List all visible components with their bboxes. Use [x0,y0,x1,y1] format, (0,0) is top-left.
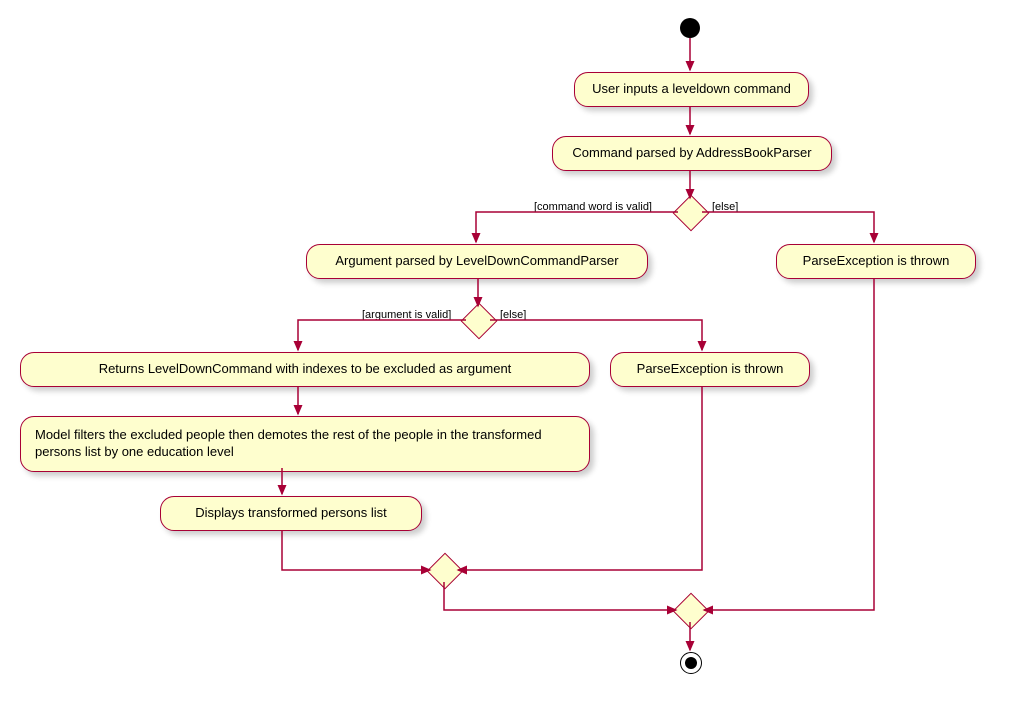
activity-text: Argument parsed by LevelDownCommandParse… [335,253,618,268]
guard-else-2: [else] [500,309,526,321]
activity-text: Displays transformed persons list [195,505,386,520]
activity-parse-exception-1: ParseException is thrown [776,244,976,279]
activity-text: User inputs a leveldown command [592,81,791,96]
decision-command-valid [673,195,710,232]
merge-node-2 [673,593,710,630]
activity-addressbook-parser: Command parsed by AddressBookParser [552,136,832,171]
guard-command-valid: [command word is valid] [534,201,652,213]
activity-text: ParseException is thrown [803,253,950,268]
activity-displays-list: Displays transformed persons list [160,496,422,531]
decision-argument-valid [461,303,498,340]
activity-text: ParseException is thrown [637,361,784,376]
merge-node-1 [427,553,464,590]
initial-node [680,18,700,38]
activity-user-input: User inputs a leveldown command [574,72,809,107]
activity-text: Model filters the excluded people then d… [35,427,542,459]
activity-text: Command parsed by AddressBookParser [572,145,811,160]
activity-parse-exception-2: ParseException is thrown [610,352,810,387]
activity-returns-command: Returns LevelDownCommand with indexes to… [20,352,590,387]
activity-model-filters: Model filters the excluded people then d… [20,416,590,472]
guard-else-1: [else] [712,201,738,213]
activity-text: Returns LevelDownCommand with indexes to… [99,361,512,376]
guard-argument-valid: [argument is valid] [362,309,451,321]
final-node [680,652,702,674]
activity-leveldown-parser: Argument parsed by LevelDownCommandParse… [306,244,648,279]
flow-arrows [0,0,1030,702]
